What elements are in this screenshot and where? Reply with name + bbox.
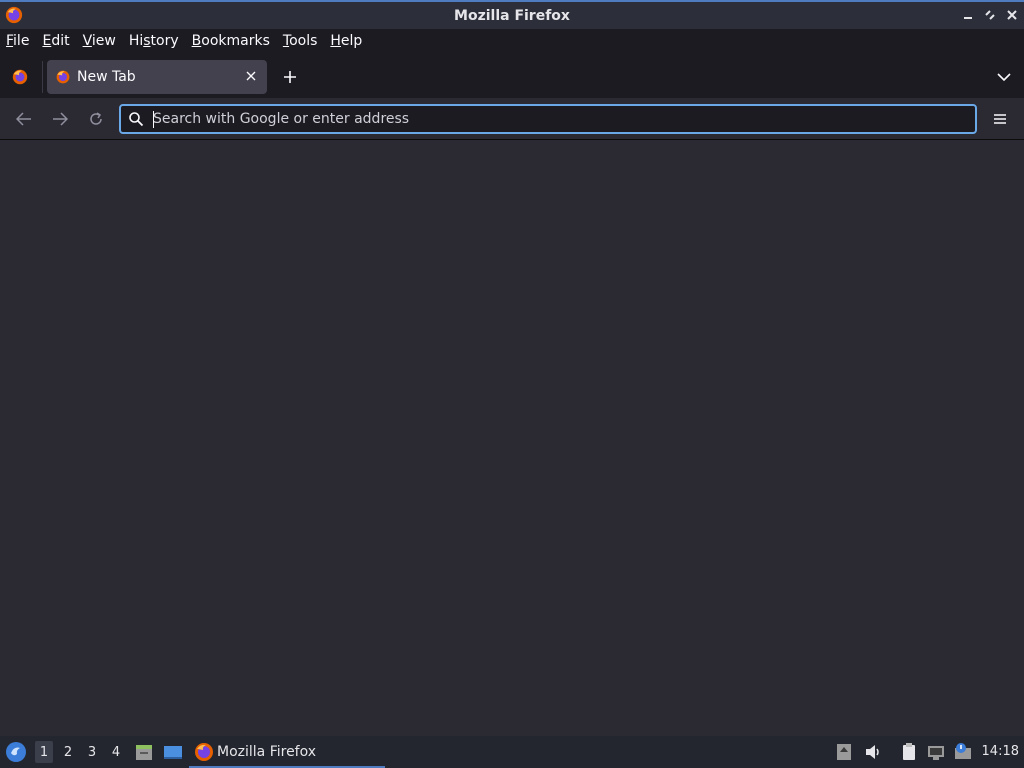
workspace-4[interactable]: 4 [107,741,125,763]
start-menu-icon[interactable] [5,741,27,763]
reload-icon [90,112,102,125]
taskbar: 1 2 3 4 Mozilla Firefox 14:18 [0,736,1024,768]
menu-edit[interactable]: Edit [42,33,76,49]
new-tab-button[interactable] [279,66,301,88]
minimize-icon [964,17,972,19]
taskbar-item-firefox[interactable]: Mozilla Firefox [189,738,385,768]
text-caret [153,111,154,128]
page-content[interactable] [0,141,1024,736]
desktop-icon[interactable] [163,742,183,762]
reload-button[interactable] [86,109,106,129]
taskbar-item-label: Mozilla Firefox [217,744,317,760]
tab-close-button[interactable] [243,68,259,84]
menu-view[interactable]: View [83,33,123,49]
tab-bar-separator [42,61,43,93]
firefox-icon [5,6,23,24]
navigation-toolbar [0,98,1024,140]
forward-button[interactable] [50,109,70,129]
tab-new-tab[interactable]: New Tab [47,60,267,94]
volume-icon[interactable] [863,742,883,762]
menu-help[interactable]: Help [330,33,369,49]
maximize-button[interactable] [982,7,998,23]
close-icon [246,71,256,81]
address-bar[interactable] [119,104,977,134]
workspace-2[interactable]: 2 [59,741,77,763]
network-icon[interactable] [926,742,946,762]
upload-tray-icon[interactable] [834,742,854,762]
window-title: Mozilla Firefox [454,7,570,24]
back-arrow-icon [16,112,31,126]
menu-bar: File Edit View History Bookmarks Tools H… [0,29,1024,53]
tab-bar: New Tab [0,53,1024,98]
forward-arrow-icon [53,112,68,126]
file-manager-icon[interactable] [134,742,154,762]
close-icon [1007,10,1017,20]
firefox-icon [195,743,213,761]
window-controls [960,7,1020,23]
application-menu-button[interactable] [990,109,1010,129]
workspace-1[interactable]: 1 [35,741,53,763]
search-icon [129,112,144,127]
chevron-down-icon [997,73,1011,82]
hamburger-menu-icon [994,114,1006,124]
plus-icon [284,71,296,83]
menu-bookmarks[interactable]: Bookmarks [192,33,277,49]
url-input[interactable] [153,111,975,127]
firefox-icon [56,70,70,84]
list-all-tabs-button[interactable] [994,67,1014,87]
workspace-3[interactable]: 3 [83,741,101,763]
close-button[interactable] [1004,7,1020,23]
firefox-view-icon[interactable] [11,68,29,86]
restore-icon [985,10,995,20]
window-titlebar[interactable]: Mozilla Firefox [0,0,1024,29]
clipboard-icon[interactable] [899,742,919,762]
menu-history[interactable]: History [129,33,186,49]
menu-file[interactable]: File [6,33,36,49]
menu-tools[interactable]: Tools [283,33,325,49]
back-button[interactable] [14,109,34,129]
clock: 14:18 [981,744,1019,759]
tab-label: New Tab [77,69,136,85]
notification-icon[interactable] [953,742,973,762]
minimize-button[interactable] [960,7,976,23]
